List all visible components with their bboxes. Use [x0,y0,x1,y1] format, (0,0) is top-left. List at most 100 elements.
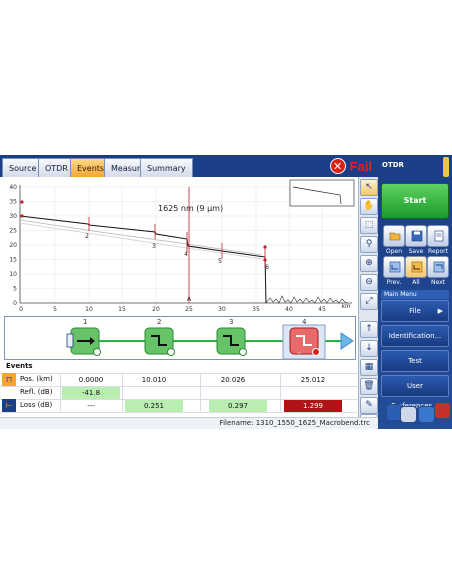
row-label-position: Pos. (km) [20,375,53,383]
prev-button[interactable] [383,256,405,278]
event-4-fail-icon [312,348,320,356]
cell-pos-1[interactable]: 0.0000 [62,374,120,386]
fit-button[interactable]: ⤢ [360,293,378,310]
all-label: All [412,279,420,286]
y-tick-5: 5 [13,286,17,293]
overview-map[interactable] [289,179,355,207]
event-dot-1 [20,214,24,218]
event-label-5: 5 [218,258,222,265]
cell-pos-3[interactable]: 20.026 [204,374,262,386]
x-tick-30: 30 [218,306,226,313]
x-tick-25: 25 [185,306,193,313]
menu-user-preferences[interactable]: User Preferences... [381,375,449,410]
event-num-4: 4 [302,318,307,326]
pan-tool-button[interactable]: ✋ [360,198,378,215]
save-button[interactable] [405,225,427,247]
prev-icon [389,261,401,273]
zoom-out-button[interactable]: ⊖ [360,274,378,291]
cell-pos-2[interactable]: 10.010 [125,374,183,386]
tab-summary[interactable]: Summary [140,158,193,177]
y-tick-25: 25 [9,228,17,235]
open-button[interactable] [383,225,405,247]
prev-label: Prev. [386,279,402,286]
zoom-in-button[interactable]: ⊕ [360,255,378,272]
zoom-area-button[interactable]: ⬚ [360,217,378,234]
cell-loss-4[interactable]: 1.299 [284,400,342,412]
trace-1310 [19,219,263,256]
y-tick-40: 40 [9,184,17,191]
next-icon [433,261,445,273]
menu-test-configuration[interactable]: Test Configuration... [381,350,449,385]
x-tick-5: 5 [53,306,57,313]
scroll-down-button[interactable]: ↓ [360,340,378,357]
all-icon [411,261,423,273]
event-1-pass-icon [93,348,101,356]
table-view-button[interactable]: ▦ [360,359,378,376]
event-label-6: 6 [265,264,269,271]
x-tick-15: 15 [118,306,126,313]
power-icon[interactable] [434,402,451,419]
noise-floor [265,295,349,304]
row-label-loss: Loss (dB) [20,401,53,409]
chevron-right-icon: ▶ [437,307,443,315]
magnifier-icon: ⚲ [365,239,373,249]
next-button[interactable] [427,256,449,278]
cursor-a-label: A [187,296,192,303]
report-button[interactable] [427,225,449,247]
zoom-button[interactable]: ⚲ [360,236,378,253]
arrow-up-icon: ↑ [365,324,373,334]
system-tray [386,401,451,423]
launch-connector-icon [66,333,74,348]
y-tick-0: 0 [13,300,17,307]
status-bar: Filename: 1310_1550_1625_Macrobend.trc [0,417,378,429]
cell-pos-4[interactable]: 25.012 [284,374,342,386]
delete-button[interactable]: 🗑 [360,378,378,395]
battery-icon [443,157,449,177]
camera-icon[interactable] [418,406,435,423]
next-label: Next [431,279,445,286]
position-row-icon: ⊓ [2,373,16,386]
event-dot-start [20,200,24,204]
report-icon [434,230,444,242]
event-num-1: 1 [83,318,88,326]
y-tick-35: 35 [9,199,17,206]
start-button[interactable]: Start [381,183,449,219]
main-pane: Source OTDR Events Measure Summary ✕ Fai… [0,155,378,429]
event-2-pass-icon [167,348,175,356]
cell-loss-1[interactable]: --- [62,400,120,412]
event-dot-end [263,258,267,262]
pointer-icon: ↖ [365,182,373,192]
events-title: Events [6,362,33,370]
all-button[interactable] [405,256,427,278]
event-num-3: 3 [229,318,234,326]
edit-button[interactable]: ✎ [360,397,378,414]
hand-icon: ✋ [363,201,375,211]
cell-loss-2[interactable]: 0.251 [125,400,183,412]
menu-file-label: File [409,307,421,315]
arrow-down-icon: ↓ [365,343,373,353]
menu-identification[interactable]: Identification... [381,325,449,347]
y-tick-20: 20 [9,242,17,249]
folder-icon [389,232,401,241]
trash-icon: 🗑 [363,381,375,391]
otdr-trace-plot[interactable]: 40 35 30 25 20 15 10 5 0 0 5 10 15 20 25… [0,177,358,315]
plot-title: 1625 nm (9 μm) [158,204,224,213]
cell-loss-3[interactable]: 0.297 [209,400,267,412]
zoom-area-icon: ⬚ [364,220,374,230]
pointer-tool-button[interactable]: ↖ [360,179,378,196]
menu-file[interactable]: File ▶ [381,300,449,322]
zoom-in-icon: ⊕ [365,258,373,268]
side-panel: OTDR Start Open Save Report Prev. All Ne… [378,155,452,429]
event-3-pass-icon [239,348,247,356]
x-tick-35: 35 [252,306,260,313]
scroll-up-button[interactable]: ↑ [360,321,378,338]
tab-bar: Source OTDR Events Measure Summary ✕ Fai… [0,155,378,177]
event-label-2: 2 [85,233,89,240]
cell-refl-1[interactable]: -41.8 [62,387,120,399]
zoom-out-icon: ⊖ [365,277,373,287]
y-tick-10: 10 [9,271,17,278]
row-label-reflectance: Refl. (dB) [20,388,53,396]
event-strip[interactable]: ~ 1 2 3 4 [4,316,356,360]
keyboard-icon[interactable] [400,406,417,423]
x-tick-0: 0 [19,306,23,313]
